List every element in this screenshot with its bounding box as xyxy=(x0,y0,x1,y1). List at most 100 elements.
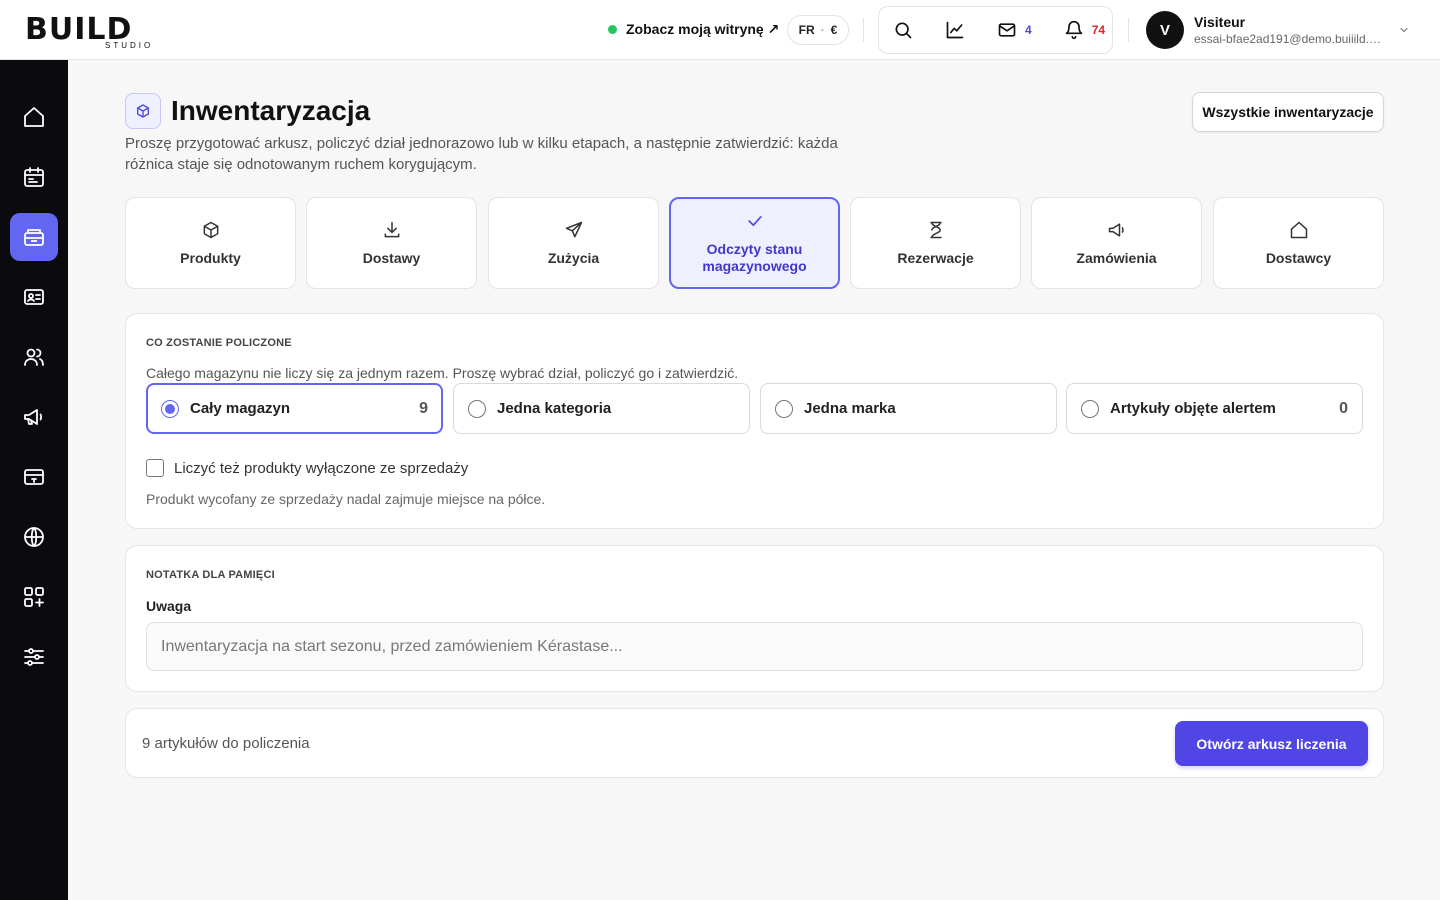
home-icon xyxy=(24,107,44,127)
tab-consumption[interactable]: Zużycia xyxy=(488,197,659,289)
note-card: NOTATKA DLA PAMIĘCI Uwaga xyxy=(125,545,1384,692)
box-icon xyxy=(137,104,149,118)
tab-label: Rezerwacje xyxy=(897,249,974,266)
bell-icon xyxy=(1065,20,1083,40)
option-count: 9 xyxy=(419,399,428,417)
option-label: Jedna kategoria xyxy=(497,400,612,417)
option-one-brand[interactable]: Jedna marka xyxy=(760,383,1057,434)
view-site-link[interactable]: Zobacz moją witrynę ↗ xyxy=(608,19,779,39)
mail-icon xyxy=(998,23,1016,37)
logo-subtitle: STUDIO xyxy=(105,41,154,50)
globe-icon xyxy=(24,527,44,547)
sidebar-item-clients[interactable] xyxy=(10,333,58,381)
tab-suppliers[interactable]: Dostawcy xyxy=(1213,197,1384,289)
tab-label: Odczyty stanu magazynowego xyxy=(702,241,807,274)
inventory-icon xyxy=(24,229,44,246)
radio-button[interactable] xyxy=(1081,399,1099,418)
chart-line-icon xyxy=(946,21,964,39)
note-input[interactable] xyxy=(146,622,1363,671)
sidebar-item-payments[interactable] xyxy=(10,453,58,501)
hourglass-icon xyxy=(929,221,942,238)
avatar: V xyxy=(1146,11,1184,49)
tab-products[interactable]: Produkty xyxy=(125,197,296,289)
messages-button[interactable]: 4 xyxy=(995,6,1034,54)
user-email: essai-bfae2ad191@demo.buiiild.com xyxy=(1194,32,1386,46)
home-icon xyxy=(1290,221,1307,238)
option-label: Jedna marka xyxy=(804,400,896,417)
top-bar: BUILD STUDIO Zobacz moją witrynę ↗ FR · … xyxy=(0,0,1440,60)
all-inventories-button[interactable]: Wszystkie inwentaryzacje xyxy=(1192,92,1384,132)
tab-label: Produkty xyxy=(180,249,241,266)
items-to-count-text: 9 artykułów do policzenia xyxy=(142,735,310,752)
include-discontinued-row[interactable]: Liczyć też produkty wyłączone ze sprzeda… xyxy=(146,459,468,477)
section-title: NOTATKA DLA PAMIĘCI xyxy=(146,569,275,581)
mail-count-badge: 4 xyxy=(1025,23,1032,37)
sidebar-item-settings[interactable] xyxy=(10,633,58,681)
search-button[interactable] xyxy=(891,6,915,54)
sidebar-item-marketing[interactable] xyxy=(10,393,58,441)
radio-button[interactable] xyxy=(161,399,179,418)
note-field-label: Uwaga xyxy=(146,598,192,614)
option-one-category[interactable]: Jedna kategoria xyxy=(453,383,750,434)
tab-orders[interactable]: Zamówienia xyxy=(1031,197,1202,289)
count-scope-card: CO ZOSTANIE POLICZONE Całego magazynu ni… xyxy=(125,313,1384,529)
apps-icon xyxy=(24,587,44,607)
tab-stock-counts[interactable]: Odczyty stanu magazynowego xyxy=(669,197,840,289)
sidebar-item-website[interactable] xyxy=(10,513,58,561)
option-label: Artykuły objęte alertem xyxy=(1110,400,1276,417)
sliders-icon xyxy=(24,648,44,666)
tab-label: Zamówienia xyxy=(1076,249,1157,266)
megaphone-icon xyxy=(24,409,43,425)
sidebar-item-inventory[interactable] xyxy=(10,213,58,261)
include-discontinued-checkbox[interactable] xyxy=(146,459,164,477)
tab-label: Dostawcy xyxy=(1265,249,1332,266)
page-description: Proszę przygotować arkusz, policzyć dzia… xyxy=(125,135,838,173)
scope-options: Cały magazyn 9 Jedna kategoria Jedna mar… xyxy=(146,383,1363,435)
sidebar-item-calendar[interactable] xyxy=(10,153,58,201)
search-icon xyxy=(895,22,912,39)
section-description: Całego magazynu nie liczy się za jednym … xyxy=(146,365,739,381)
action-bar: 9 artykułów do policzenia Otwórz arkusz … xyxy=(125,708,1384,778)
notification-count-badge: 74 xyxy=(1091,23,1106,37)
analytics-button[interactable] xyxy=(943,6,967,54)
section-title: CO ZOSTANIE POLICZONE xyxy=(146,337,292,349)
tab-label: Zużycia xyxy=(547,249,600,266)
notifications-button[interactable]: 74 xyxy=(1062,6,1107,54)
sidebar-item-home[interactable] xyxy=(10,93,58,141)
tab-deliveries[interactable]: Dostawy xyxy=(306,197,477,289)
users-icon xyxy=(24,348,44,366)
language-currency-switcher[interactable]: FR · € xyxy=(787,15,849,45)
logo[interactable]: BUILD STUDIO xyxy=(25,9,185,51)
language-code: FR xyxy=(798,23,815,37)
view-site-label: Zobacz moją witrynę ↗ xyxy=(626,20,780,37)
toolbar-group: 4 74 xyxy=(878,6,1113,54)
open-count-sheet-button[interactable]: Otwórz arkusz liczenia xyxy=(1175,721,1368,766)
currency-symbol: € xyxy=(830,23,838,37)
send-icon xyxy=(565,221,582,237)
radio-button[interactable] xyxy=(468,399,486,418)
box-icon xyxy=(203,221,218,238)
divider xyxy=(863,18,864,42)
calendar-icon xyxy=(24,167,44,187)
inventory-tabs: Produkty Dostawy Zużycia Odczyty stanu m… xyxy=(125,197,1384,289)
sidebar-item-contacts[interactable] xyxy=(10,273,58,321)
option-alert-items[interactable]: Artykuły objęte alertem 0 xyxy=(1066,383,1363,434)
divider xyxy=(1128,18,1129,42)
option-label: Cały magazyn xyxy=(190,400,291,417)
user-menu[interactable]: V Visiteur essai-bfae2ad191@demo.buiiild… xyxy=(1146,10,1416,50)
option-count: 0 xyxy=(1339,399,1348,417)
option-whole-warehouse[interactable]: Cały magazyn 9 xyxy=(146,383,443,434)
page-icon xyxy=(125,93,161,129)
sidebar xyxy=(0,60,68,900)
megaphone-icon xyxy=(1108,222,1124,237)
checkbox-label[interactable]: Liczyć też produkty wyłączone ze sprzeda… xyxy=(174,460,468,477)
sidebar-item-apps[interactable] xyxy=(10,573,58,621)
online-status-dot xyxy=(608,24,617,34)
radio-button[interactable] xyxy=(775,399,793,418)
contact-card-icon xyxy=(24,289,44,305)
chevron-down-icon xyxy=(1400,27,1408,33)
tab-reservations[interactable]: Rezerwacje xyxy=(850,197,1021,289)
checkbox-hint: Produkt wycofany ze sprzedaży nadal zajm… xyxy=(146,491,546,507)
check-icon xyxy=(747,216,762,226)
download-icon xyxy=(384,221,399,237)
